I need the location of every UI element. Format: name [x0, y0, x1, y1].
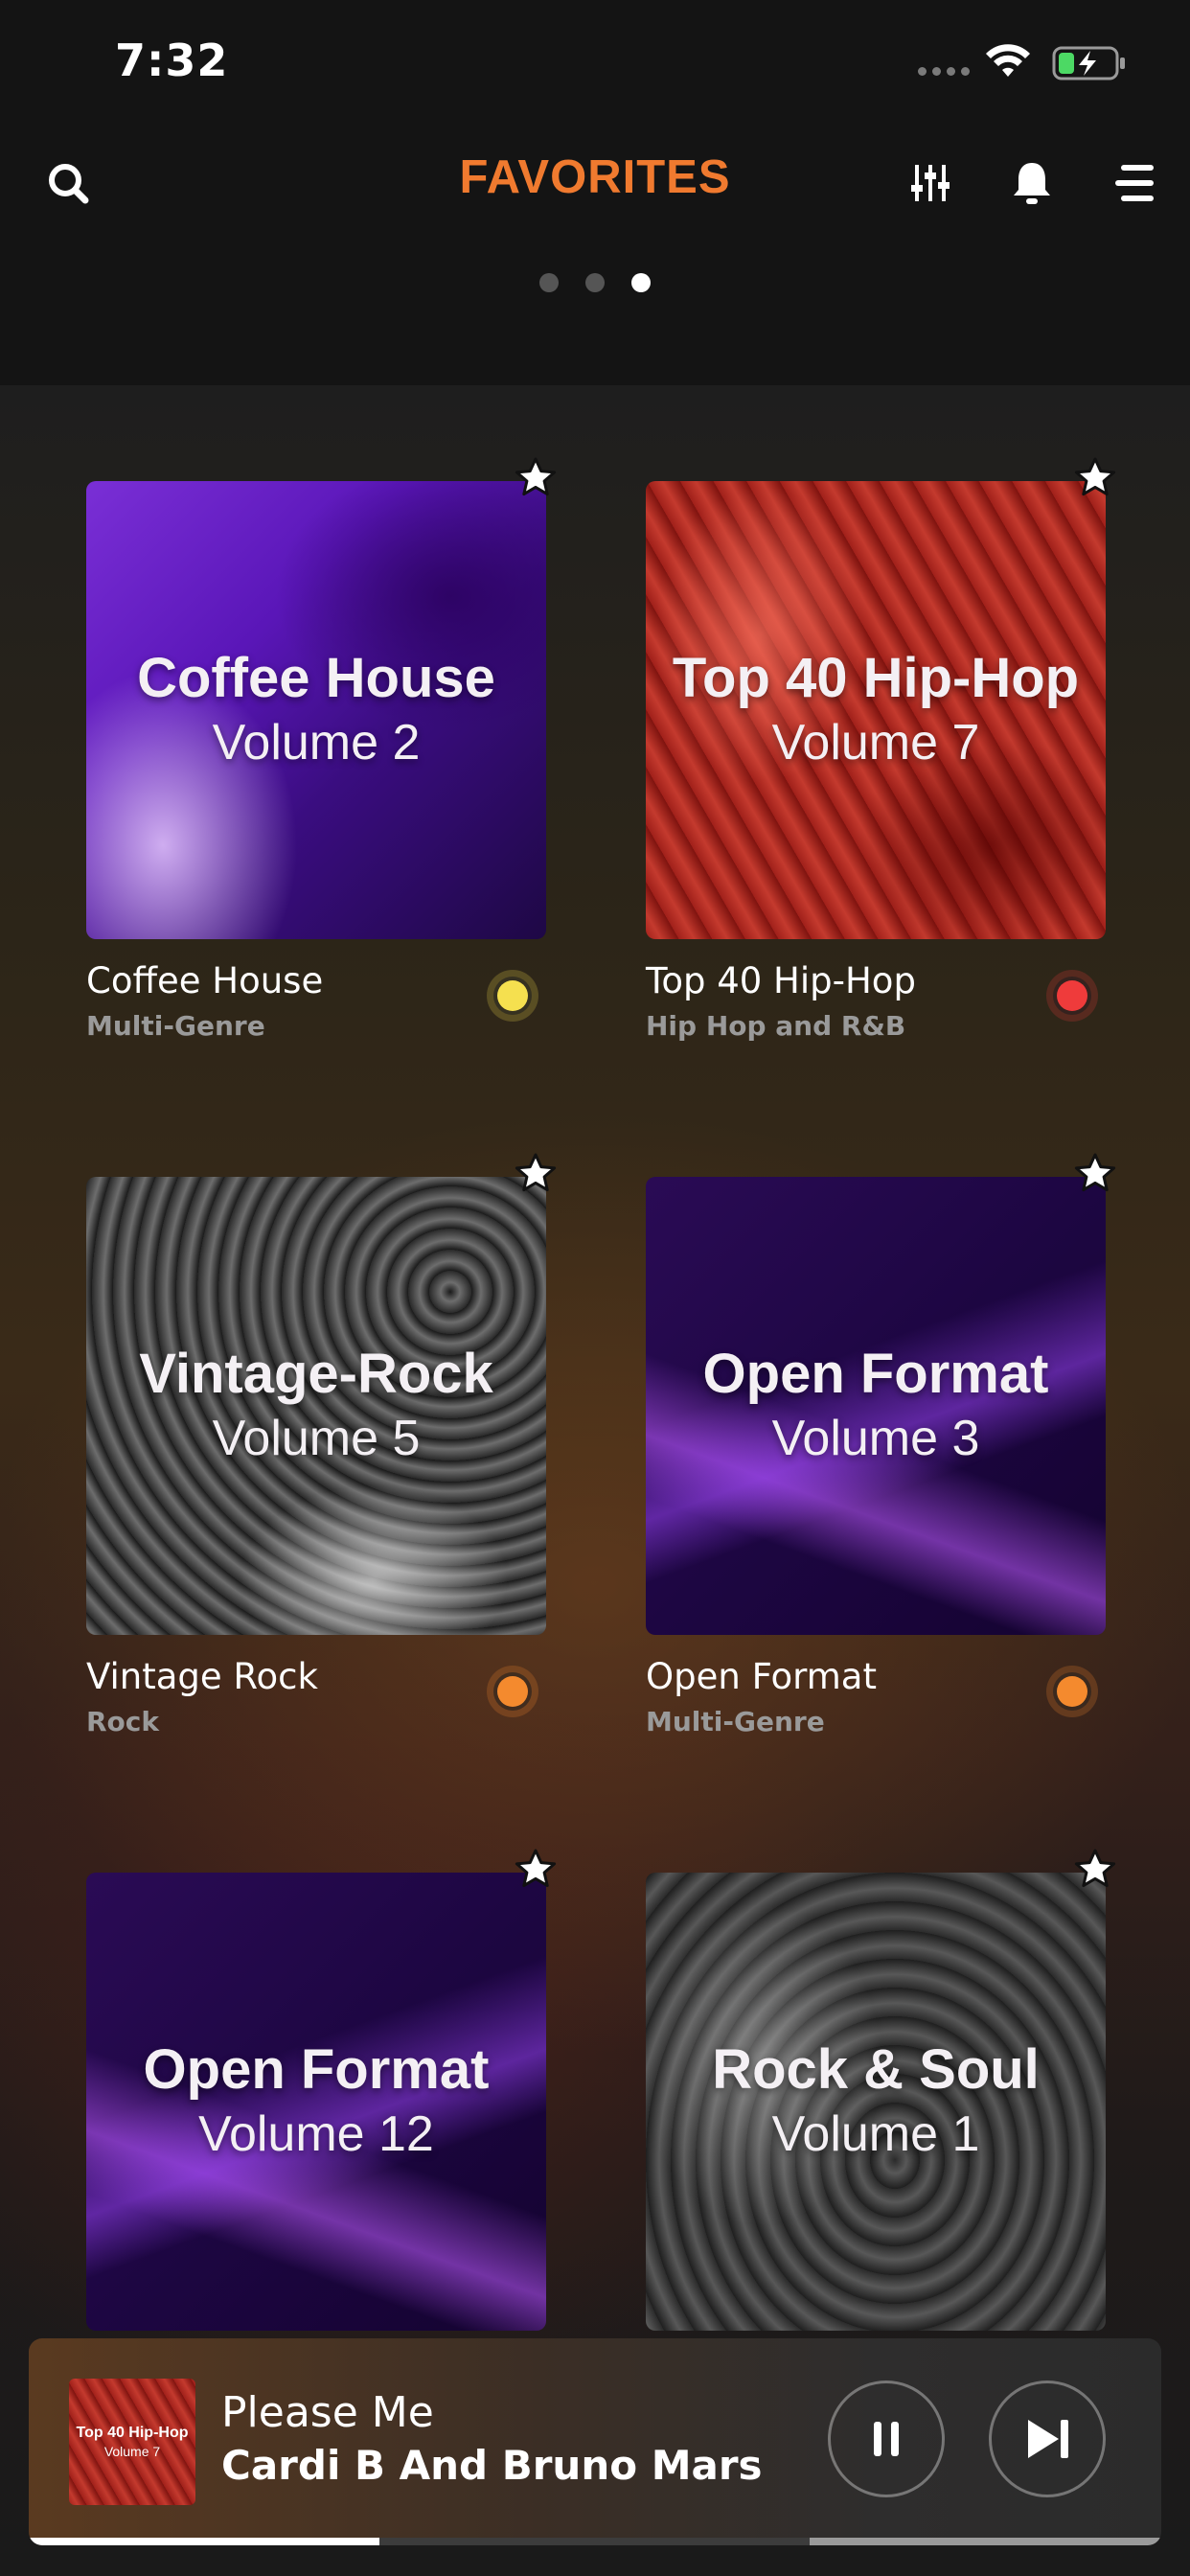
status-bar: 7:32: [0, 0, 1190, 125]
progress-segment: [810, 2538, 1161, 2545]
favorite-star-icon[interactable]: [514, 1152, 558, 1196]
status-indicator: [487, 970, 538, 1022]
station-artwork[interactable]: Coffee House Volume 2: [86, 481, 546, 939]
station-artwork[interactable]: Rock & Soul Volume 1: [646, 1873, 1106, 2331]
favorite-star-icon[interactable]: [1073, 1152, 1117, 1196]
artwork-title: Rock & Soul: [712, 2037, 1040, 2101]
menu-icon[interactable]: [1108, 157, 1159, 209]
skip-next-icon: [1028, 2420, 1068, 2458]
station-genre: Multi-Genre: [646, 1706, 825, 1737]
station-name: Open Format: [646, 1656, 877, 1697]
artwork-subtitle: Volume 2: [212, 714, 421, 770]
station-tile[interactable]: Top 40 Hip-Hop Volume 7 Top 40 Hip-Hop H…: [646, 457, 1116, 1056]
page-indicator[interactable]: [539, 273, 651, 292]
skip-next-button[interactable]: [989, 2380, 1106, 2497]
page-dot-2[interactable]: [585, 273, 605, 292]
artwork-title: Open Format: [702, 1342, 1049, 1405]
artwork-subtitle: Volume 5: [212, 1410, 421, 1466]
pause-button[interactable]: [828, 2380, 945, 2497]
artwork-title: Top 40 Hip-Hop: [672, 646, 1080, 709]
favorite-star-icon[interactable]: [1073, 1848, 1117, 1892]
favorite-star-icon[interactable]: [514, 456, 558, 500]
status-indicator: [487, 1666, 538, 1717]
station-artwork[interactable]: Open Format Volume 3: [646, 1177, 1106, 1635]
station-tile[interactable]: Vintage-Rock Volume 5 Vintage Rock Rock: [86, 1153, 557, 1752]
equalizer-icon[interactable]: [904, 157, 956, 209]
now-playing-bar[interactable]: Top 40 Hip-Hop Volume 7 Please Me Cardi …: [29, 2338, 1161, 2545]
favorite-star-icon[interactable]: [514, 1848, 558, 1892]
station-tile[interactable]: Coffee House Volume 2 Coffee House Multi…: [86, 457, 557, 1056]
artwork-title: Open Format: [143, 2037, 490, 2101]
artwork-subtitle: Volume 3: [771, 1410, 980, 1466]
bell-icon[interactable]: [1006, 157, 1058, 209]
station-genre: Rock: [86, 1706, 160, 1737]
station-name: Coffee House: [86, 960, 324, 1001]
wifi-icon: [986, 44, 1030, 77]
station-genre: Multi-Genre: [86, 1010, 265, 1042]
artwork-subtitle: Volume 1: [771, 2105, 980, 2162]
station-tile[interactable]: Open Format Volume 3 Open Format Multi-G…: [646, 1153, 1116, 1752]
status-time: 7:32: [115, 34, 229, 86]
artwork-title: Coffee House: [137, 646, 495, 709]
status-indicator: [1046, 970, 1098, 1022]
battery-charging-icon: [1052, 46, 1125, 80]
artwork-title: Vintage-Rock: [139, 1342, 493, 1405]
pause-icon: [874, 2422, 899, 2456]
now-playing-artwork[interactable]: Top 40 Hip-Hop Volume 7: [69, 2379, 195, 2505]
station-genre: Hip Hop and R&B: [646, 1010, 906, 1042]
song-artist: Cardi B And Bruno Mars: [221, 2442, 763, 2489]
thumb-subtitle: Volume 7: [103, 2444, 161, 2459]
station-tile[interactable]: Open Format Volume 12: [86, 1849, 557, 2331]
artwork-subtitle: Volume 7: [771, 714, 980, 770]
page-dot-3[interactable]: [631, 273, 651, 292]
station-artwork[interactable]: Open Format Volume 12: [86, 1873, 546, 2331]
song-title: Please Me: [221, 2388, 434, 2437]
status-indicator: [1046, 1666, 1098, 1717]
station-name: Top 40 Hip-Hop: [646, 960, 916, 1001]
page-dot-1[interactable]: [539, 273, 559, 292]
station-tile[interactable]: Rock & Soul Volume 1: [646, 1849, 1116, 2331]
station-artwork[interactable]: Top 40 Hip-Hop Volume 7: [646, 481, 1106, 939]
favorite-star-icon[interactable]: [1073, 456, 1117, 500]
playback-progress-fill: [29, 2538, 380, 2545]
artwork-subtitle: Volume 12: [198, 2105, 434, 2162]
cellular-signal-icon: [918, 67, 970, 76]
station-name: Vintage Rock: [86, 1656, 318, 1697]
thumb-title: Top 40 Hip-Hop: [76, 2425, 189, 2441]
station-artwork[interactable]: Vintage-Rock Volume 5: [86, 1177, 546, 1635]
